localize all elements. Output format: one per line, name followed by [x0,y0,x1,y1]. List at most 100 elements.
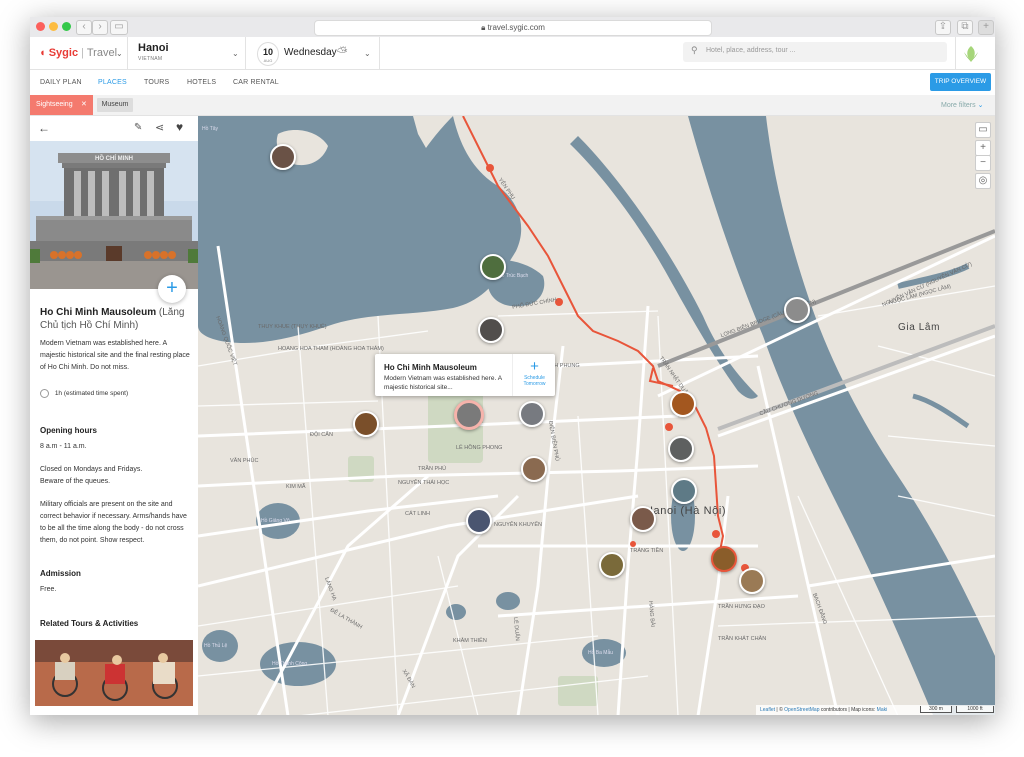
tab-tours[interactable]: TOURS [144,79,169,86]
tab-places[interactable]: PLACES [98,79,127,86]
poi-pin[interactable] [478,317,504,343]
tabs-icon[interactable]: ⧉ [957,20,973,35]
search-input[interactable]: ⚲ Hotel, place, address, tour ... [683,42,947,62]
forward-icon[interactable]: › [92,20,108,35]
more-filters-button[interactable]: More filters ⌄ [941,101,983,109]
tab-car-rental[interactable]: CAR RENTAL [233,79,279,86]
poi-pin[interactable] [599,552,625,578]
poi-pin[interactable] [739,568,765,594]
map-attribution: Leaflet | © OpenStreetMap contributors |… [756,705,995,715]
divider [379,37,380,69]
military-note: Military officials are present on the si… [40,501,187,544]
chevron-down-icon[interactable]: ⌄ [232,49,239,58]
filter-chip-museum[interactable]: Museum [97,98,133,112]
schedule-day-label: Tomorrow [523,381,546,387]
lock-icon: 🔒︎ [481,23,486,32]
poi-pin[interactable] [630,506,656,532]
lake-label-ba-mau: Hồ Ba Mẫu [588,650,614,656]
panel-toolbar: ← ✎ ⋖ ♥ [30,116,198,141]
tour-photo[interactable] [35,640,193,706]
place-name: Ho Chi Minh Mausoleum [40,307,157,318]
back-arrow-icon[interactable]: ← [38,121,50,135]
maximize-window-button[interactable] [62,22,71,31]
poi-pin[interactable] [668,436,694,462]
minimize-window-button[interactable] [49,22,58,31]
logo-product: Travel [86,47,118,59]
opening-hours-heading: Opening hours [40,426,97,435]
street-label: VĂN PHÚC [230,458,259,464]
tab-hotels[interactable]: HOTELS [187,79,216,86]
queue-note: Beware of the queues. [40,478,111,485]
search-icon: ⚲ [691,45,698,55]
sidebar-toggle-icon[interactable]: ▭ [110,20,128,35]
place-detail-panel: ← ✎ ⋖ ♥ HỒ CHÍ MINH + Ho Chi Minh Mausol… [30,116,199,715]
chevron-down-icon[interactable]: ⌄ [116,49,123,58]
poi-pin[interactable] [466,508,492,534]
selected-place-pin[interactable] [454,400,484,430]
lake-label-thu-le: Hồ Thủ Lệ [204,643,228,649]
poi-pin[interactable] [270,144,296,170]
leaflet-link[interactable]: Leaflet [760,707,775,713]
chevron-down-icon[interactable]: ⌄ [364,49,371,58]
search-placeholder: Hotel, place, address, tour ... [706,47,796,54]
plus-icon: + [530,358,539,375]
street-label: TRẦN KHÁT CHÂN [718,636,767,642]
more-filters-label: More filters [941,102,976,109]
street-label: LÊ HỒNG PHONG [456,445,503,451]
heart-icon[interactable]: ♥ [176,120,183,134]
close-window-button[interactable] [36,22,45,31]
duration-row: 1h (estimated time spent) [40,389,128,398]
poi-pin[interactable] [670,391,696,417]
poi-pin[interactable] [671,478,697,504]
share-icon[interactable]: ⋖ [155,121,164,134]
close-icon[interactable]: ✕ [81,95,87,115]
poi-pin[interactable] [519,401,545,427]
add-to-trip-button[interactable]: + [158,275,186,303]
street-label: KHÂM THIÊN [453,638,487,644]
new-tab-icon[interactable]: + [978,20,994,35]
poi-pin[interactable] [353,411,379,437]
place-popup[interactable]: Ho Chi Minh Mausoleum Modern Vietnam was… [375,354,555,396]
place-photo: HỒ CHÍ MINH [30,141,198,289]
browser-toolbar: ‹ › ▭ 🔒︎ travel.sygic.com ⇪ ⧉ + [30,17,995,38]
poi-pin[interactable] [784,297,810,323]
app-header: ◖ Sygic | Travel ⌄ Hanoi VIETNAM ⌄ 10 AU… [30,37,995,70]
trip-overview-button[interactable]: TRIP OVERVIEW [930,73,991,91]
logo-mark-icon: ◖ [39,47,46,59]
poi-pin[interactable] [480,254,506,280]
zoom-in-button[interactable]: + [975,140,991,156]
map-canvas[interactable] [198,116,995,715]
address-bar[interactable]: 🔒︎ travel.sygic.com [314,20,712,36]
closed-note: Closed on Mondays and Fridays. [40,466,143,473]
filter-chip-sightseeing[interactable]: Sightseeing ✕ [30,95,93,115]
map-view[interactable]: Hanoi (Hà Nội) Gia Lâm Hồ Tây Hồ Trúc Bạ… [198,116,995,715]
layers-icon[interactable]: ▭ [975,122,991,138]
back-icon[interactable]: ‹ [76,20,92,35]
poi-pin[interactable] [521,456,547,482]
scale-bar-metric: 300 m [920,706,952,713]
scale-bar-imperial: 1000 ft [956,706,994,713]
poi-pin[interactable] [711,546,737,572]
sygic-logo[interactable]: ◖ Sygic | Travel [39,47,117,59]
popup-title: Ho Chi Minh Mausoleum [384,363,477,372]
popup-description: Modern Vietnam was established here. A m… [384,375,502,391]
zoom-out-button[interactable]: − [975,155,991,171]
share-icon[interactable]: ⇪ [935,20,951,35]
street-label: TRÀNG TIỀN [630,548,664,554]
osm-link[interactable]: OpenStreetMap [784,707,819,713]
locate-icon[interactable]: ◎ [975,173,991,189]
tab-daily-plan[interactable]: DAILY PLAN [40,79,82,86]
street-label: HOANG HOA THAM (HOÀNG HOA THÁM) [278,346,384,352]
leaf-icon[interactable] [960,43,982,65]
edit-icon[interactable]: ✎ [134,122,142,133]
place-title: Ho Chi Minh Mausoleum (Lăng Chủ tịch Hồ … [40,306,190,332]
logo-brand: Sygic [48,47,79,59]
url-text: travel.sygic.com [487,23,545,32]
street-label: TRẦN HƯNG ĐẠO [718,604,765,610]
opening-hours-text: 8 a.m - 11 a.m. [40,443,87,450]
schedule-tomorrow-button[interactable]: + Schedule Tomorrow [512,354,556,396]
street-label: TRẦN PHÚ [418,466,447,472]
date-picker[interactable]: 10 AUG [257,42,279,66]
maki-link[interactable]: Maki [877,707,888,713]
attribution-text: contributors | Map icons: [820,707,876,713]
